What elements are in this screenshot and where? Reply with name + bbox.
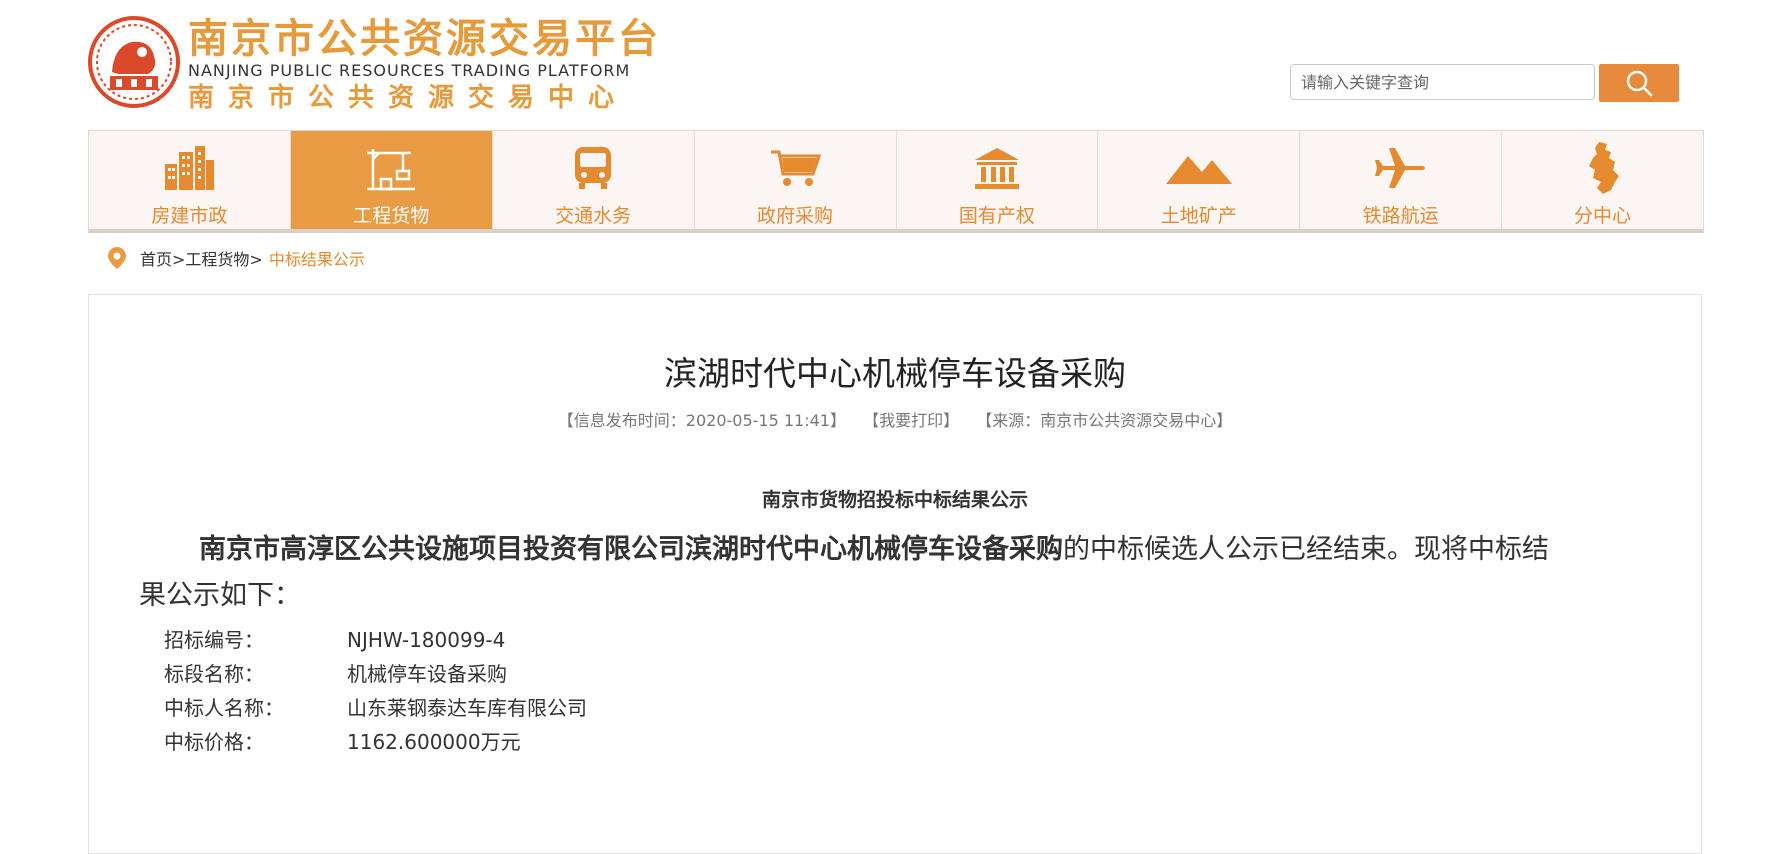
buildings-icon bbox=[165, 146, 215, 190]
nav-label: 工程货物 bbox=[353, 205, 430, 227]
nav-item-housing[interactable]: 房建市政 bbox=[89, 131, 291, 229]
location-pin-icon bbox=[108, 247, 126, 269]
field-value: NJHW-180099-4 bbox=[347, 628, 506, 652]
bus-icon bbox=[575, 147, 612, 189]
cart-icon bbox=[771, 150, 822, 186]
logo-title-en: NANJING PUBLIC RESOURCES TRADING PLATFOR… bbox=[188, 61, 631, 80]
map-icon bbox=[1588, 142, 1619, 194]
nav-label: 分中心 bbox=[1574, 205, 1632, 227]
lion-emblem-icon bbox=[88, 16, 180, 108]
intro-project-name: 南京市高淳区公共设施项目投资有限公司滨湖时代中心机械停车设备采购 bbox=[199, 534, 1063, 565]
nav-label: 房建市政 bbox=[151, 205, 228, 227]
nav-label: 交通水务 bbox=[555, 205, 632, 227]
field-label: 标段名称： bbox=[164, 662, 264, 686]
field-row-bid-number: 招标编号： NJHW-180099-4 bbox=[164, 623, 587, 657]
field-row-winning-price: 中标价格： 1162.600000万元 bbox=[164, 725, 587, 759]
nav-item-state-property[interactable]: 国有产权 bbox=[896, 131, 1099, 229]
field-label: 中标人名称： bbox=[164, 696, 284, 720]
mountain-icon bbox=[1165, 156, 1232, 184]
publish-time: 【信息发布时间：2020-05-15 11:41】 bbox=[557, 411, 846, 430]
logo-title-cn: 南京市公共资源交易平台 bbox=[188, 16, 661, 62]
field-label: 招标编号： bbox=[164, 628, 264, 652]
field-row-lot-name: 标段名称： 机械停车设备采购 bbox=[164, 657, 587, 691]
field-value: 1162.600000万元 bbox=[347, 730, 521, 754]
nav-item-engineering-goods[interactable]: 工程货物 bbox=[290, 131, 493, 229]
nav-item-transport-water[interactable]: 交通水务 bbox=[492, 131, 695, 229]
field-label: 中标价格： bbox=[164, 730, 264, 754]
breadcrumb: 首页> 工程货物> 中标结果公示 bbox=[108, 245, 365, 271]
nav-label: 土地矿产 bbox=[1160, 205, 1237, 227]
article-title: 滨湖时代中心机械停车设备采购 bbox=[664, 354, 1126, 393]
field-row-winner-name: 中标人名称： 山东莱钢泰达车库有限公司 bbox=[164, 691, 587, 725]
nav-item-railway-shipping[interactable]: 铁路航运 bbox=[1300, 131, 1503, 229]
nav-item-sub-center[interactable]: 分中心 bbox=[1502, 131, 1703, 229]
notice-heading: 南京市货物招投标中标结果公示 bbox=[761, 489, 1028, 511]
result-fields: 招标编号： NJHW-180099-4 标段名称： 机械停车设备采购 中标人名称… bbox=[164, 623, 587, 759]
main-nav: 房建市政 工程货物 交通水务 政府采购 国有产权 土地矿产 铁路航运 分中心 bbox=[88, 130, 1704, 233]
search-icon bbox=[1626, 70, 1653, 97]
nav-item-land-minerals[interactable]: 土地矿产 bbox=[1098, 131, 1301, 229]
site-logo[interactable]: 南京市公共资源交易平台 NANJING PUBLIC RESOURCES TRA… bbox=[88, 12, 668, 113]
notice-intro: 南京市高淳区公共设施项目投资有限公司滨湖时代中心机械停车设备采购的中标候选人公示… bbox=[139, 527, 1559, 619]
breadcrumb-home-link[interactable]: 首页> bbox=[140, 246, 185, 270]
breadcrumb-current: 中标结果公示 bbox=[268, 250, 365, 269]
logo-subtitle-cn: 南京市公共资源交易中心 bbox=[188, 83, 629, 113]
search-input[interactable] bbox=[1290, 64, 1595, 100]
source-text: 【来源：南京市公共资源交易中心】 bbox=[976, 411, 1233, 430]
article-meta: 【信息发布时间：2020-05-15 11:41】 【我要打印】 【来源：南京市… bbox=[89, 407, 1701, 431]
nav-label: 铁路航运 bbox=[1362, 205, 1439, 227]
article-panel: 滨湖时代中心机械停车设备采购 【信息发布时间：2020-05-15 11:41】… bbox=[88, 294, 1702, 854]
field-value: 机械停车设备采购 bbox=[347, 662, 507, 686]
nav-item-government-procurement[interactable]: 政府采购 bbox=[694, 131, 897, 229]
crane-icon bbox=[367, 149, 416, 191]
nav-label: 国有产权 bbox=[958, 205, 1035, 227]
nav-label: 政府采购 bbox=[757, 205, 834, 227]
bank-icon bbox=[974, 148, 1019, 189]
field-value: 山东莱钢泰达车库有限公司 bbox=[347, 696, 587, 720]
search-button[interactable] bbox=[1599, 64, 1679, 102]
airplane-icon bbox=[1374, 148, 1425, 188]
print-link[interactable]: 【我要打印】 bbox=[863, 411, 959, 430]
breadcrumb-section-link[interactable]: 工程货物> bbox=[185, 246, 262, 270]
